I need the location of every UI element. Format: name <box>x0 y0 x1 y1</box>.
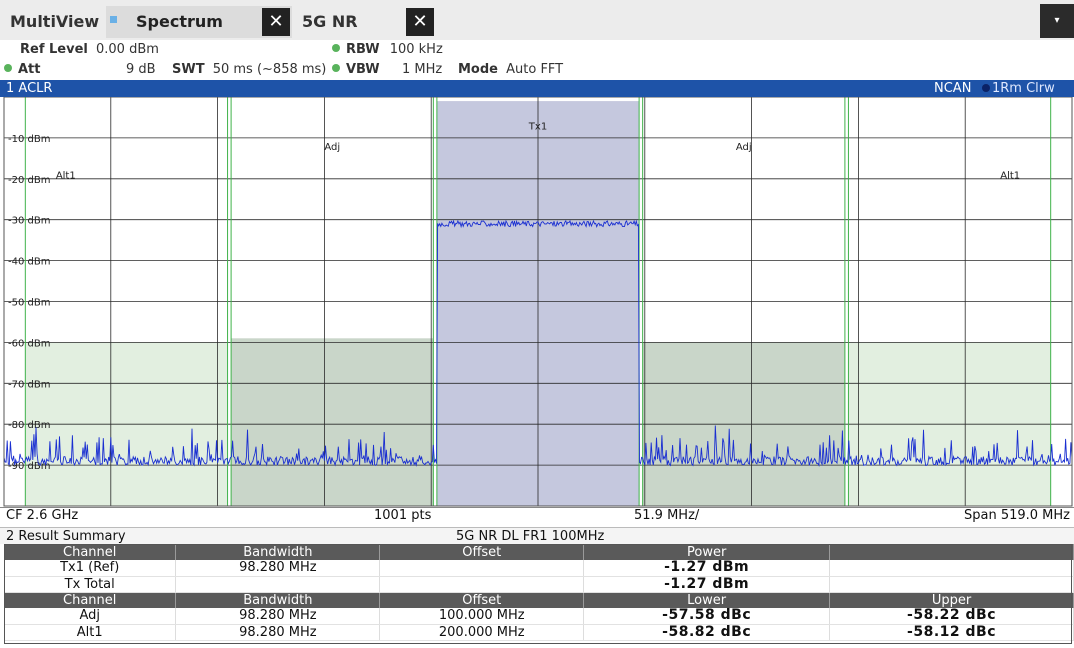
close-5g-nr-tab-button[interactable]: ✕ <box>406 8 434 36</box>
y-tick-label: -80 dBm <box>8 420 50 431</box>
bandwidth-cell <box>175 576 381 593</box>
y-tick-label: -60 dBm <box>8 338 50 349</box>
column-header: Offset <box>379 544 585 560</box>
dropdown-menu-button[interactable]: ▾ <box>1040 4 1074 38</box>
vbw-label: VBW <box>346 62 380 77</box>
column-header: Lower <box>583 592 831 608</box>
trace-mode-label: 1Rm Clrw <box>982 80 1055 97</box>
y-tick-label: -20 dBm <box>8 175 50 186</box>
vbw-value: 1 MHz <box>402 62 443 77</box>
channel-cell: Tx1 (Ref) <box>4 560 177 577</box>
result-summary-header[interactable]: 2 Result Summary 5G NR DL FR1 100MHz <box>0 527 1074 544</box>
offset-cell <box>379 576 585 593</box>
channel-cell: Alt1 <box>4 624 177 641</box>
rbw-coupled-indicator-icon <box>332 44 340 52</box>
y-tick-label: -40 dBm <box>8 257 50 268</box>
empty-cell <box>829 560 1074 577</box>
offset-cell: 100.000 MHz <box>379 608 585 625</box>
table-header-row: Channel Bandwidth Offset Power <box>4 544 1074 560</box>
bandwidth-cell: 98.280 MHz <box>175 608 381 625</box>
rbw-label: RBW <box>346 42 380 57</box>
y-axis-tick-labels: -10 dBm -20 dBm -30 dBm -40 dBm -50 dBm -60 d… <box>8 134 50 472</box>
att-label: Att <box>18 62 41 77</box>
tab-multiview[interactable]: MultiView <box>10 8 99 38</box>
y-tick-label: -30 dBm <box>8 216 50 227</box>
mode-label: Mode <box>458 62 498 77</box>
empty-cell <box>829 576 1074 593</box>
result-summary-standard: 5G NR DL FR1 100MHz <box>456 529 605 544</box>
table-row: Tx1 (Ref) 98.280 MHz -1.27 dBm <box>4 560 1074 577</box>
close-spectrum-tab-button[interactable]: ✕ <box>262 8 290 36</box>
tab-active-marker-icon <box>110 16 117 23</box>
ref-level-value: 0.00 dBm <box>96 42 159 57</box>
channel-label: Alt1 <box>1000 171 1020 182</box>
power-cell: -1.27 dBm <box>583 576 831 593</box>
ref-level-label: Ref Level <box>20 42 88 57</box>
channel-cell: Adj <box>4 608 177 625</box>
vbw-coupled-indicator-icon <box>332 64 340 72</box>
column-header <box>829 544 1074 560</box>
column-header: Upper <box>829 592 1074 608</box>
offset-cell: 200.000 MHz <box>379 624 585 641</box>
att-setting[interactable]: Att <box>4 62 41 77</box>
y-tick-label: -50 dBm <box>8 298 50 309</box>
swt-setting[interactable]: SWT 50 ms (~858 ms) <box>172 62 326 77</box>
y-tick-label: -10 dBm <box>8 134 50 145</box>
spectrum-plot[interactable]: -10 dBm -20 dBm -30 dBm -40 dBm -50 dBm -60 d… <box>0 97 1074 507</box>
lower-cell: -57.58 dBc <box>583 608 831 625</box>
upper-cell: -58.12 dBc <box>829 624 1074 641</box>
tab-bar: MultiView Spectrum ✕ 5G NR ✕ ▾ <box>0 0 1074 40</box>
channel-region <box>231 338 434 506</box>
frequency-span[interactable]: Span 519.0 MHz <box>964 508 1070 524</box>
y-tick-label: -70 dBm <box>8 379 50 390</box>
bandwidth-cell: 98.280 MHz <box>175 624 381 641</box>
bandwidth-cell: 98.280 MHz <box>175 560 381 577</box>
swt-value: 50 ms (~858 ms) <box>212 62 327 77</box>
power-cell: -1.27 dBm <box>583 560 831 577</box>
rbw-value: 100 kHz <box>389 42 443 57</box>
spectrum-plot-svg: -10 dBm -20 dBm -30 dBm -40 dBm -50 dBm -60 d… <box>3 97 1073 507</box>
rbw-setting[interactable]: RBW 100 kHz <box>332 42 443 57</box>
result-summary-table: Channel Bandwidth Offset Power Tx1 (Ref)… <box>4 544 1074 641</box>
division-width: 51.9 MHz/ <box>634 508 700 523</box>
channel-cell: Tx Total <box>4 576 177 593</box>
plot-footer: CF 2.6 GHz 1001 pts 51.9 MHz/ Span 519.0… <box>0 507 1074 524</box>
offset-cell <box>379 560 585 577</box>
measurement-settings: Ref Level 0.00 dBm Att 9 dB SWT 50 ms (~… <box>0 40 1074 80</box>
table-row: Adj 98.280 MHz 100.000 MHz -57.58 dBc -5… <box>4 608 1074 625</box>
tab-5g-nr[interactable]: 5G NR <box>302 8 358 38</box>
column-header: Power <box>583 544 831 560</box>
ref-level-setting[interactable]: Ref Level 0.00 dBm <box>20 42 159 57</box>
table-row: Tx Total -1.27 dBm <box>4 576 1074 593</box>
lower-cell: -58.82 dBc <box>583 624 831 641</box>
channel-label: Adj <box>324 142 340 153</box>
att-value: 9 dB <box>126 62 156 77</box>
mode-setting[interactable]: Mode Auto FFT <box>458 62 563 77</box>
sweep-points[interactable]: 1001 pts <box>374 508 431 524</box>
center-frequency[interactable]: CF 2.6 GHz <box>6 508 78 524</box>
table-header-row: Channel Bandwidth Offset Lower Upper <box>4 592 1074 608</box>
channel-label: Alt1 <box>56 171 76 182</box>
table-row: Alt1 98.280 MHz 200.000 MHz -58.82 dBc -… <box>4 624 1074 641</box>
att-coupled-indicator-icon <box>4 64 12 72</box>
trace-color-icon <box>982 84 990 92</box>
channel-label: Adj <box>736 142 752 153</box>
column-header: Channel <box>4 544 177 560</box>
mode-value: Auto FFT <box>506 62 564 77</box>
tab-spectrum-label: Spectrum <box>136 12 223 31</box>
column-header: Bandwidth <box>175 544 381 560</box>
diagram-title: 1 ACLR <box>6 81 53 96</box>
ncan-label: NCAN <box>934 81 972 96</box>
trace-mode-text: 1Rm Clrw <box>992 81 1055 96</box>
vbw-setting[interactable]: VBW <box>332 62 380 77</box>
diagram-header[interactable]: 1 ACLR NCAN 1Rm Clrw <box>0 80 1074 97</box>
swt-label: SWT <box>172 62 205 77</box>
upper-cell: -58.22 dBc <box>829 608 1074 625</box>
result-summary-title: 2 Result Summary <box>6 529 126 544</box>
column-header: Bandwidth <box>175 592 381 608</box>
column-header: Offset <box>379 592 585 608</box>
column-header: Channel <box>4 592 177 608</box>
channel-label: Tx1 <box>528 122 547 133</box>
